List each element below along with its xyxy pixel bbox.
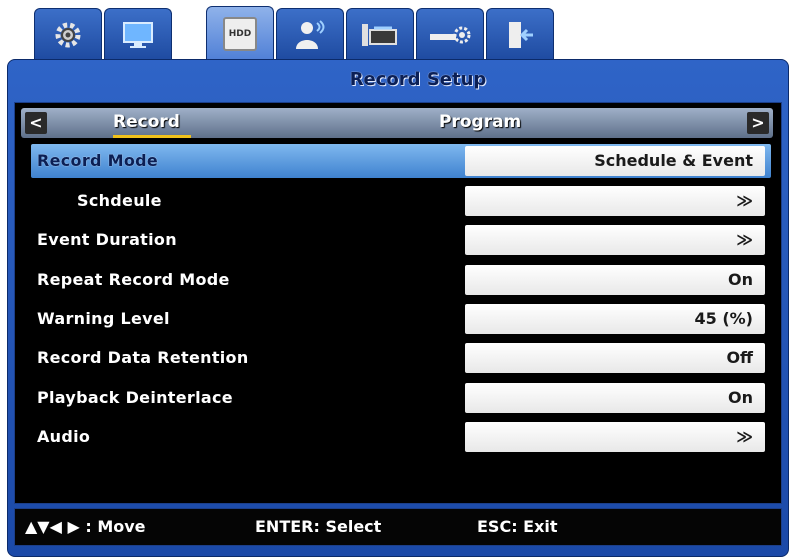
- field-value: 45 (%): [694, 309, 754, 328]
- record-data-retention-field[interactable]: Off: [465, 343, 765, 373]
- event-duration-field[interactable]: ≫: [465, 225, 765, 255]
- device-icon: [430, 26, 471, 44]
- key-hint-bar: ▲▼◀ ▶ : Move ENTER: Select ESC: Exit: [14, 508, 782, 546]
- subtab-program[interactable]: Program: [439, 112, 521, 132]
- row-audio[interactable]: Audio ≫: [31, 420, 771, 454]
- row-label: Schdeule: [77, 191, 162, 210]
- field-value: On: [728, 270, 753, 289]
- hint-exit: ESC: Exit: [477, 517, 558, 536]
- hdd-icon-label: HDD: [228, 29, 252, 39]
- record-setup-window: Record Setup < Record Program > Record M…: [7, 59, 789, 557]
- tab-system[interactable]: [34, 8, 102, 61]
- row-event-duration[interactable]: Event Duration ≫: [31, 223, 771, 257]
- gear-icon: [55, 22, 81, 48]
- active-tab-underline: [113, 135, 191, 138]
- settings-panel: < Record Program > Record Mode Schedule …: [14, 102, 782, 504]
- audio-field[interactable]: ≫: [465, 422, 765, 452]
- row-record-mode[interactable]: Record Mode Schedule & Event: [31, 144, 771, 178]
- subtab-bar: < Record Program >: [21, 108, 773, 138]
- tab-hdd[interactable]: HDD: [206, 6, 274, 61]
- repeat-record-mode-field[interactable]: On: [465, 265, 765, 295]
- warning-level-field[interactable]: 45 (%): [465, 304, 765, 334]
- row-label: Playback Deinterlace: [37, 388, 233, 407]
- row-label: Record Data Retention: [37, 348, 249, 367]
- subtab-record[interactable]: Record: [113, 112, 180, 132]
- row-schedule[interactable]: Schdeule ≫: [31, 184, 771, 218]
- exit-door-icon: [509, 22, 533, 48]
- record-mode-field[interactable]: Schedule & Event: [465, 146, 765, 176]
- row-playback-deinterlace[interactable]: Playback Deinterlace On: [31, 381, 771, 415]
- monitor-icon: [123, 22, 153, 48]
- prev-tab-arrow[interactable]: <: [25, 112, 47, 134]
- network-icon: [362, 24, 397, 46]
- row-label: Event Duration: [37, 230, 177, 249]
- schedule-field[interactable]: ≫: [465, 186, 765, 216]
- field-value: On: [728, 388, 753, 407]
- row-label: Record Mode: [37, 151, 159, 170]
- tab-display[interactable]: [104, 8, 172, 61]
- row-label: Repeat Record Mode: [37, 270, 230, 289]
- next-tab-arrow[interactable]: >: [747, 112, 769, 134]
- field-value: ≫: [736, 427, 753, 446]
- field-value: Off: [726, 348, 753, 367]
- hdd-icon: HDD: [223, 17, 257, 51]
- row-repeat-record-mode[interactable]: Repeat Record Mode On: [31, 263, 771, 297]
- window-title: Record Setup: [349, 69, 487, 90]
- tab-exit[interactable]: [486, 8, 554, 61]
- playback-deinterlace-field[interactable]: On: [465, 383, 765, 413]
- tab-user[interactable]: [276, 8, 344, 61]
- tab-network[interactable]: [346, 8, 414, 61]
- row-warning-level[interactable]: Warning Level 45 (%): [31, 302, 771, 336]
- field-value: ≫: [736, 191, 753, 210]
- tab-device[interactable]: [416, 8, 484, 61]
- hint-move: ▲▼◀ ▶ : Move: [25, 517, 146, 536]
- row-label: Warning Level: [37, 309, 170, 328]
- field-value: Schedule & Event: [594, 151, 753, 170]
- row-record-data-retention[interactable]: Record Data Retention Off: [31, 341, 771, 375]
- user-icon: [296, 20, 325, 49]
- field-value: ≫: [736, 230, 753, 249]
- hint-select: ENTER: Select: [255, 517, 382, 536]
- row-label: Audio: [37, 427, 91, 446]
